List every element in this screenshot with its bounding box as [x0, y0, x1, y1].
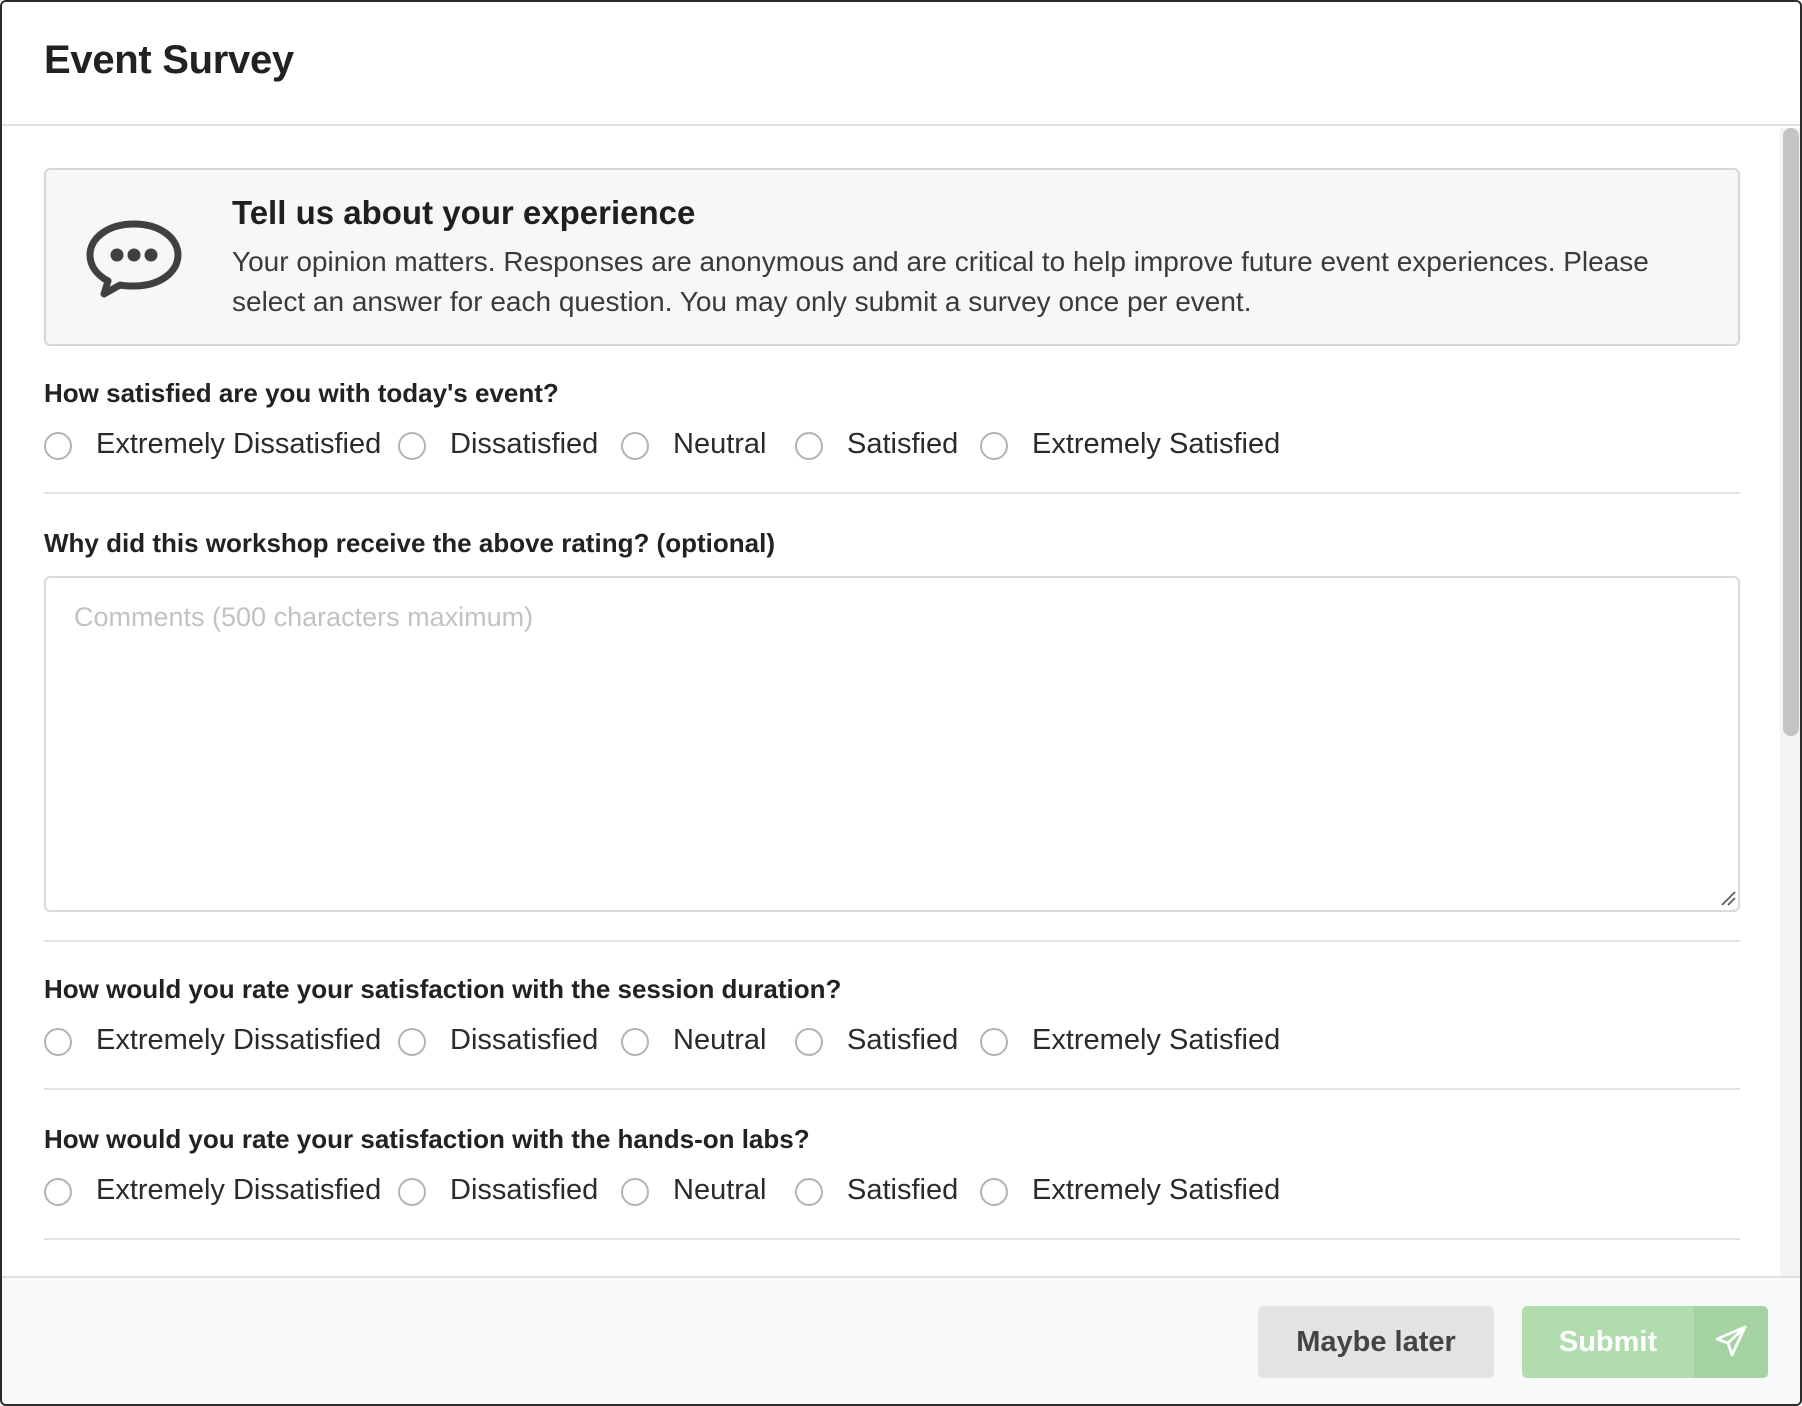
modal-body[interactable]: Tell us about your experience Your opini…: [2, 128, 1780, 1276]
radio-label: Extremely Satisfied: [1032, 1024, 1281, 1056]
survey-modal: Event Survey Tell us about your experien…: [0, 0, 1802, 1406]
radio-button[interactable]: [44, 1178, 72, 1206]
radio-button[interactable]: [795, 1178, 823, 1206]
radio-label: Dissatisfied: [450, 1174, 599, 1206]
question-label-hands-on-labs: How would you rate your satisfaction wit…: [44, 1124, 810, 1154]
vertical-scrollbar[interactable]: [1780, 128, 1800, 1276]
intro-card: Tell us about your experience Your opini…: [44, 168, 1740, 346]
radio-button[interactable]: [44, 1028, 72, 1056]
scrollbar-thumb[interactable]: [1783, 128, 1799, 736]
radio-button[interactable]: [621, 1028, 649, 1056]
radio-label: Satisfied: [847, 428, 959, 460]
divider: [44, 940, 1740, 942]
radio-label: Extremely Dissatisfied: [96, 1174, 382, 1206]
radio-label: Dissatisfied: [450, 1024, 599, 1056]
radio-label: Satisfied: [847, 1174, 959, 1206]
radio-button[interactable]: [980, 1028, 1008, 1056]
radio-button[interactable]: [795, 432, 823, 460]
radio-label: Extremely Dissatisfied: [96, 1024, 382, 1056]
divider: [44, 492, 1740, 494]
radio-button[interactable]: [621, 1178, 649, 1206]
radio-button[interactable]: [980, 1178, 1008, 1206]
radio-label: Neutral: [673, 1174, 767, 1206]
question-label-session-duration: How would you rate your satisfaction wit…: [44, 974, 842, 1004]
modal-footer: Maybe later Submit: [2, 1276, 1800, 1404]
question-label-rating-reason: Why did this workshop receive the above …: [44, 528, 775, 558]
intro-title: Tell us about your experience: [232, 194, 696, 231]
submit-button[interactable]: Submit: [1522, 1306, 1768, 1378]
radio-button[interactable]: [398, 432, 426, 460]
radio-button[interactable]: [621, 432, 649, 460]
radio-button[interactable]: [44, 432, 72, 460]
divider: [44, 1088, 1740, 1090]
modal-title: Event Survey: [44, 38, 294, 82]
submit-label: Submit: [1558, 1326, 1658, 1358]
radio-label: Neutral: [673, 428, 767, 460]
radio-button[interactable]: [795, 1028, 823, 1056]
radio-button[interactable]: [980, 432, 1008, 460]
divider: [44, 1238, 1740, 1240]
radio-label: Extremely Dissatisfied: [96, 428, 382, 460]
radio-button[interactable]: [398, 1028, 426, 1056]
maybe-later-button[interactable]: Maybe later: [1258, 1306, 1494, 1378]
speech-bubble-ellipsis-icon: [84, 218, 184, 298]
question-label-event-satisfaction: How satisfied are you with today's event…: [44, 378, 559, 408]
radio-label: Extremely Satisfied: [1032, 1174, 1281, 1206]
radio-button[interactable]: [398, 1178, 426, 1206]
resize-handle-icon[interactable]: [1720, 890, 1736, 906]
intro-text: Your opinion matters. Responses are anon…: [232, 246, 1649, 317]
comments-textarea[interactable]: [44, 576, 1740, 912]
radio-label: Extremely Satisfied: [1032, 428, 1281, 460]
radio-label: Dissatisfied: [450, 428, 599, 460]
radio-label: Satisfied: [847, 1024, 959, 1056]
paper-plane-icon: [1694, 1306, 1768, 1378]
radio-label: Neutral: [673, 1024, 767, 1056]
modal-header: Event Survey: [2, 2, 1800, 126]
